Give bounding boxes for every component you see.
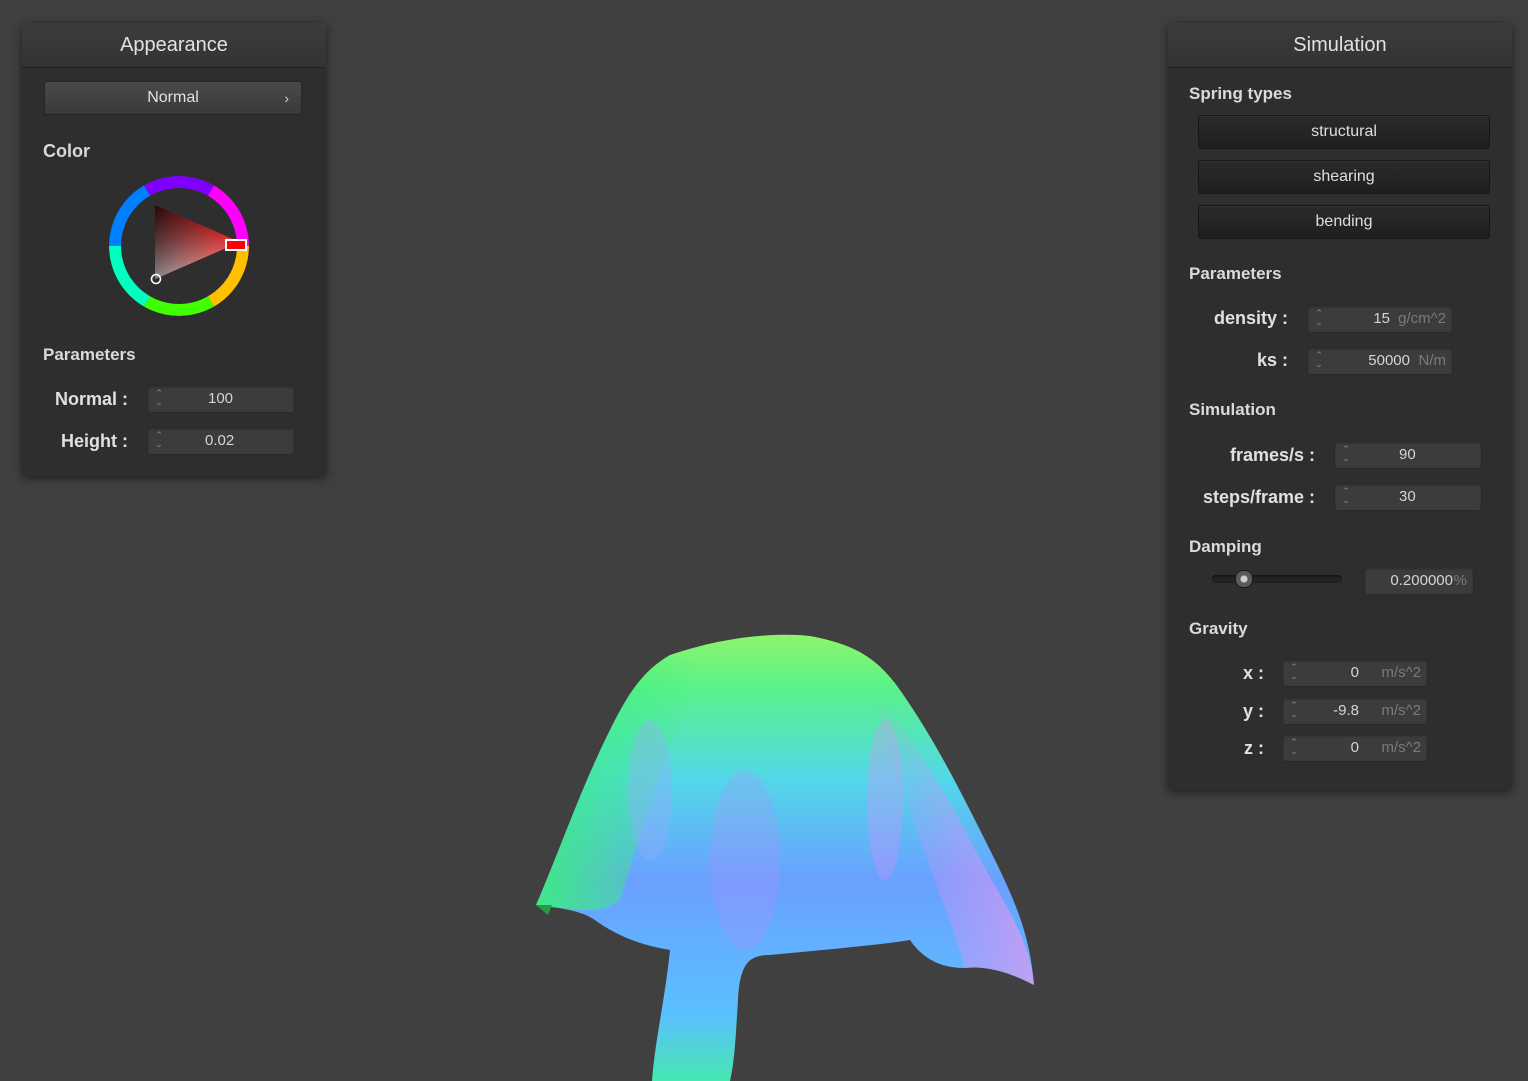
shader-select-button[interactable]: Normal › (44, 81, 302, 115)
shearing-toggle[interactable]: shearing (1198, 160, 1490, 194)
stepper-icon[interactable]: ⌃ ⌄ (1314, 309, 1324, 329)
normal-input[interactable]: ⌃ ⌄ 100 (147, 385, 295, 413)
spring-types-label: Spring types (1189, 84, 1292, 103)
fps-input[interactable]: ⌃ ⌄ 90 (1334, 441, 1482, 469)
simulation-panel: Simulation Spring types structural shear… (1168, 23, 1512, 790)
damping-label: Damping (1189, 537, 1262, 556)
ks-input[interactable]: ⌃ ⌄ 50000 N/m (1307, 347, 1453, 375)
gravity-x-label: x : (1242, 663, 1264, 683)
shader-select-label: Normal (147, 89, 199, 106)
simulation-title: Simulation (1168, 23, 1512, 68)
density-input[interactable]: ⌃ ⌄ 15 g/cm^2 (1307, 305, 1453, 333)
gravity-y-label: y : (1242, 701, 1264, 721)
stepper-icon[interactable]: ⌃ ⌄ (1341, 487, 1351, 507)
height-label: Height : (61, 431, 128, 451)
chevron-right-icon: › (284, 90, 289, 106)
simulation-parameters-label: Parameters (1189, 264, 1282, 283)
damping-input[interactable]: 0.200000 % (1364, 567, 1474, 595)
gravity-z-input[interactable]: ⌃ ⌄ 0 m/s^2 (1282, 734, 1428, 762)
stepper-icon[interactable]: ⌃ ⌄ (1289, 738, 1299, 758)
height-input[interactable]: ⌃ ⌄ 0.02 (147, 427, 295, 455)
steps-input[interactable]: ⌃ ⌄ 30 (1334, 483, 1482, 511)
damping-slider[interactable] (1212, 570, 1342, 588)
stepper-icon[interactable]: ⌃ ⌄ (1289, 663, 1299, 683)
appearance-title: Appearance (22, 23, 326, 68)
gravity-label: Gravity (1189, 619, 1248, 638)
normal-label: Normal : (54, 389, 128, 409)
density-label: density : (1213, 308, 1288, 328)
gravity-y-input[interactable]: ⌃ ⌄ -9.8 m/s^2 (1282, 697, 1428, 725)
appearance-panel: Appearance Normal › Color Parameters Nor… (22, 23, 326, 476)
structural-toggle[interactable]: structural (1198, 115, 1490, 149)
fps-label: frames/s : (1229, 445, 1315, 465)
stepper-icon[interactable]: ⌃ ⌄ (154, 431, 164, 451)
stepper-icon[interactable]: ⌃ ⌄ (1314, 351, 1324, 371)
stepper-icon[interactable]: ⌃ ⌄ (1341, 445, 1351, 465)
ks-label: ks : (1256, 350, 1288, 370)
bending-toggle[interactable]: bending (1198, 205, 1490, 239)
cloth-mesh (536, 634, 1034, 1081)
gravity-x-input[interactable]: ⌃ ⌄ 0 m/s^2 (1282, 659, 1428, 687)
stepper-icon[interactable]: ⌃ ⌄ (1289, 701, 1299, 721)
appearance-parameters-label: Parameters (43, 345, 136, 364)
gravity-z-label: z : (1244, 738, 1264, 758)
color-wheel[interactable] (108, 175, 250, 317)
steps-label: steps/frame : (1202, 487, 1315, 507)
damping-slider-handle[interactable] (1234, 570, 1253, 588)
simulation-section-label: Simulation (1189, 400, 1276, 419)
color-label: Color (43, 141, 90, 161)
stepper-icon[interactable]: ⌃ ⌄ (154, 389, 164, 409)
